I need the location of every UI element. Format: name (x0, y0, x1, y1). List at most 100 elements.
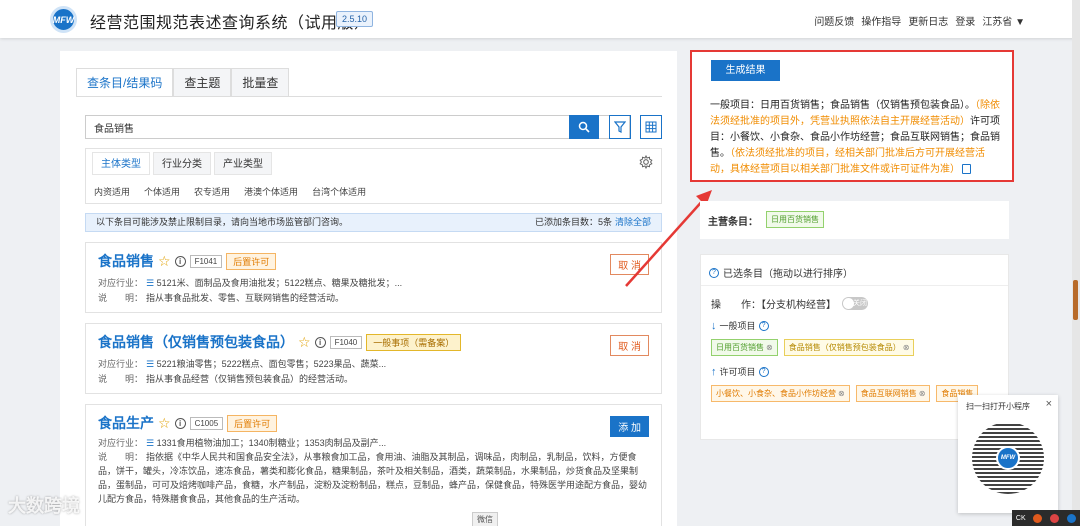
app-title: 经营范围规范表述查询系统（试用版） (90, 15, 371, 32)
copy-icon[interactable] (962, 164, 971, 175)
changelog-link[interactable]: 更新日志 (908, 13, 948, 28)
general-items-text: 一般项目：日用百货销售；食品销售（仅销售预包装食品）。 (710, 100, 975, 111)
arrow-up-icon: ↑ (711, 365, 717, 378)
grid-view-button[interactable] (640, 115, 662, 139)
filter-box: 主体类型 行业分类 产业类型 内资适用 个体适用 农专适用 港澳个体适用 台湾个… (85, 148, 662, 204)
help-icon[interactable]: ? (709, 267, 719, 278)
tray-icon[interactable] (1033, 513, 1043, 523)
login-link[interactable]: 登录 (955, 13, 975, 28)
help-icon[interactable]: ? (758, 320, 769, 331)
help-icon[interactable]: ? (758, 366, 769, 377)
main-item-label: 主营条目： (708, 217, 758, 228)
result-card: 食品销售 ☆ i F1041 后置许可 取 消 对应行业： ☰ 5121米、面制品… (85, 242, 662, 313)
tab-entry-code[interactable]: 查条目/结果码 (76, 68, 174, 96)
result-box: 生成结果 一般项目：日用百货销售；食品销售（仅销售预包装食品）。（除依法须经批准… (690, 50, 1014, 182)
option-taiwan-individual[interactable]: 台湾个体适用 (312, 185, 366, 198)
remove-icon[interactable]: ⊗ (903, 343, 910, 352)
general-item-tag[interactable]: 日用百货销售 ⊗ (711, 339, 778, 356)
star-icon[interactable]: ☆ (158, 416, 171, 430)
selected-title: 已选条目（拖动以进行排序） (723, 269, 853, 280)
feedback-link[interactable]: 问题反馈 (814, 13, 854, 28)
permit-item-tag[interactable]: 小餐饮、小食杂、食品小作坊经营 ⊗ (711, 385, 850, 402)
info-icon[interactable]: i (174, 417, 186, 429)
general-item-tag[interactable]: 食品销售（仅销售预包装食品） ⊗ (783, 339, 915, 356)
permit-tag: 后置许可 (226, 252, 277, 270)
main-item-tag[interactable]: 日用百货销售 (766, 211, 824, 228)
option-hkmo-individual[interactable]: 港澳个体适用 (244, 185, 298, 198)
region-selector[interactable]: 江苏省 ▼ (982, 13, 1025, 28)
remove-icon[interactable]: ⊗ (919, 389, 926, 398)
subtab-entity-type[interactable]: 主体类型 (92, 152, 150, 175)
grid-icon (645, 121, 657, 133)
item-name[interactable]: 食品生产 (98, 413, 154, 433)
option-domestic[interactable]: 内资适用 (94, 185, 130, 198)
filter-subtabs: 主体类型 行业分类 产业类型 (92, 152, 272, 175)
notice-text: 以下条目可能涉及禁止限制目录，请向当地市场监管部门咨询。 (96, 217, 349, 227)
item-code: F1041 (189, 254, 223, 268)
gear-icon[interactable] (639, 155, 653, 169)
item-code: F1040 (329, 335, 363, 349)
info-icon[interactable]: i (314, 336, 326, 348)
remove-icon[interactable]: ⊗ (766, 343, 773, 352)
item-name[interactable]: 食品销售 (98, 251, 154, 271)
option-cooperative[interactable]: 农专适用 (194, 185, 230, 198)
tray-icon[interactable] (1050, 513, 1060, 523)
top-navbar: MFW 经营范围规范表述查询系统（试用版） 2.5.10 问题反馈 操作指导 更… (0, 0, 1080, 38)
general-tag: 一般事项（需备案） (366, 333, 462, 351)
qr-logo: MFW (996, 446, 1020, 470)
generate-result-button[interactable]: 生成结果 (711, 60, 780, 81)
permit-tag: 后置许可 (227, 414, 278, 432)
permit-item-tag[interactable]: 食品互联网销售 ⊗ (855, 385, 931, 402)
permit-group-label: 许可项目 (719, 367, 756, 377)
watermark: 大数跨境 (8, 492, 80, 518)
scrollbar-thumb[interactable] (1073, 280, 1078, 320)
list-icon: ☰ (146, 278, 157, 288)
tab-batch[interactable]: 批量查 (231, 68, 290, 96)
industry-text: 5121米、面制品及食用油批发；5122糕点、糖果及糖批发；... (156, 278, 403, 288)
cancel-button[interactable]: 取 消 (610, 335, 649, 356)
tab-topic[interactable]: 查主题 (173, 68, 232, 96)
wechat-tab[interactable]: 微信 (472, 512, 498, 526)
watermark-text: 大数跨境 (8, 496, 80, 516)
scrollbar-track[interactable] (1072, 0, 1080, 526)
filter-icon (614, 121, 626, 133)
item-name[interactable]: 食品销售（仅销售预包装食品） (98, 332, 294, 352)
star-icon[interactable]: ☆ (158, 254, 171, 268)
subtab-industry[interactable]: 行业分类 (153, 152, 211, 175)
info-icon[interactable]: i (174, 255, 186, 267)
search-panel: 查条目/结果码 查主题 批量查 主体类型 行业分类 产业类型 内资适用 个体适用… (60, 51, 677, 526)
guide-link[interactable]: 操作指导 (861, 13, 901, 28)
option-individual[interactable]: 个体适用 (144, 185, 180, 198)
tray-icon[interactable] (1067, 513, 1077, 523)
arrow-down-icon: ↓ (711, 319, 717, 332)
qr-text: 扫一扫打开小程序 (966, 402, 1030, 411)
branch-toggle[interactable]: 关闭 (842, 297, 868, 310)
subtab-sector[interactable]: 产业类型 (214, 152, 272, 175)
header-links: 问题反馈 操作指导 更新日志 登录 江苏省 ▼ (814, 13, 1025, 28)
industry-text: 1331食用植物油加工；1340制糖业；1353肉制品及副产... (156, 438, 387, 448)
result-text: 一般项目：日用百货销售；食品销售（仅销售预包装食品）。（除依法须经批准的项目外，… (710, 98, 1002, 178)
app-logo: MFW (50, 6, 77, 33)
result-card: 食品生产 ☆ i C1005 后置许可 添 加 对应行业： ☰ 1331食用植物油… (85, 404, 662, 526)
result-card: 食品销售（仅销售预包装食品） ☆ i F1040 一般事项（需备案） 取 消 对… (85, 323, 662, 394)
main-item-box: 主营条目： 日用百货销售 (700, 201, 1009, 239)
search-box (85, 115, 630, 139)
star-icon[interactable]: ☆ (298, 335, 311, 349)
operation-label: 操 作：【分支机构经营】 (711, 300, 836, 311)
add-button[interactable]: 添 加 (610, 416, 649, 437)
close-icon[interactable]: × (1046, 398, 1052, 410)
added-count: 已添加条目数：5条 清除全部 (534, 217, 651, 227)
description-text: 指从事食品经营（仅销售预包装食品）的经营活动。 (146, 374, 354, 384)
search-icon (578, 121, 590, 133)
tabs-divider (76, 96, 662, 97)
clear-all-link[interactable]: 清除全部 (615, 217, 651, 227)
remove-icon[interactable]: ⊗ (838, 389, 845, 398)
filter-button[interactable] (609, 115, 631, 139)
entity-type-options: 内资适用 个体适用 农专适用 港澳个体适用 台湾个体适用 (94, 185, 366, 198)
search-button[interactable] (569, 115, 599, 139)
qr-popup: 扫一扫打开小程序 × MFW (958, 395, 1058, 513)
cancel-button[interactable]: 取 消 (610, 254, 649, 275)
general-group-label: 一般项目 (719, 321, 756, 331)
search-input[interactable] (86, 116, 566, 138)
permit-note: （依法须经批准的项目，经相关部门批准后方可开展经营活动，具体经营项目以相关部门批… (710, 148, 985, 175)
